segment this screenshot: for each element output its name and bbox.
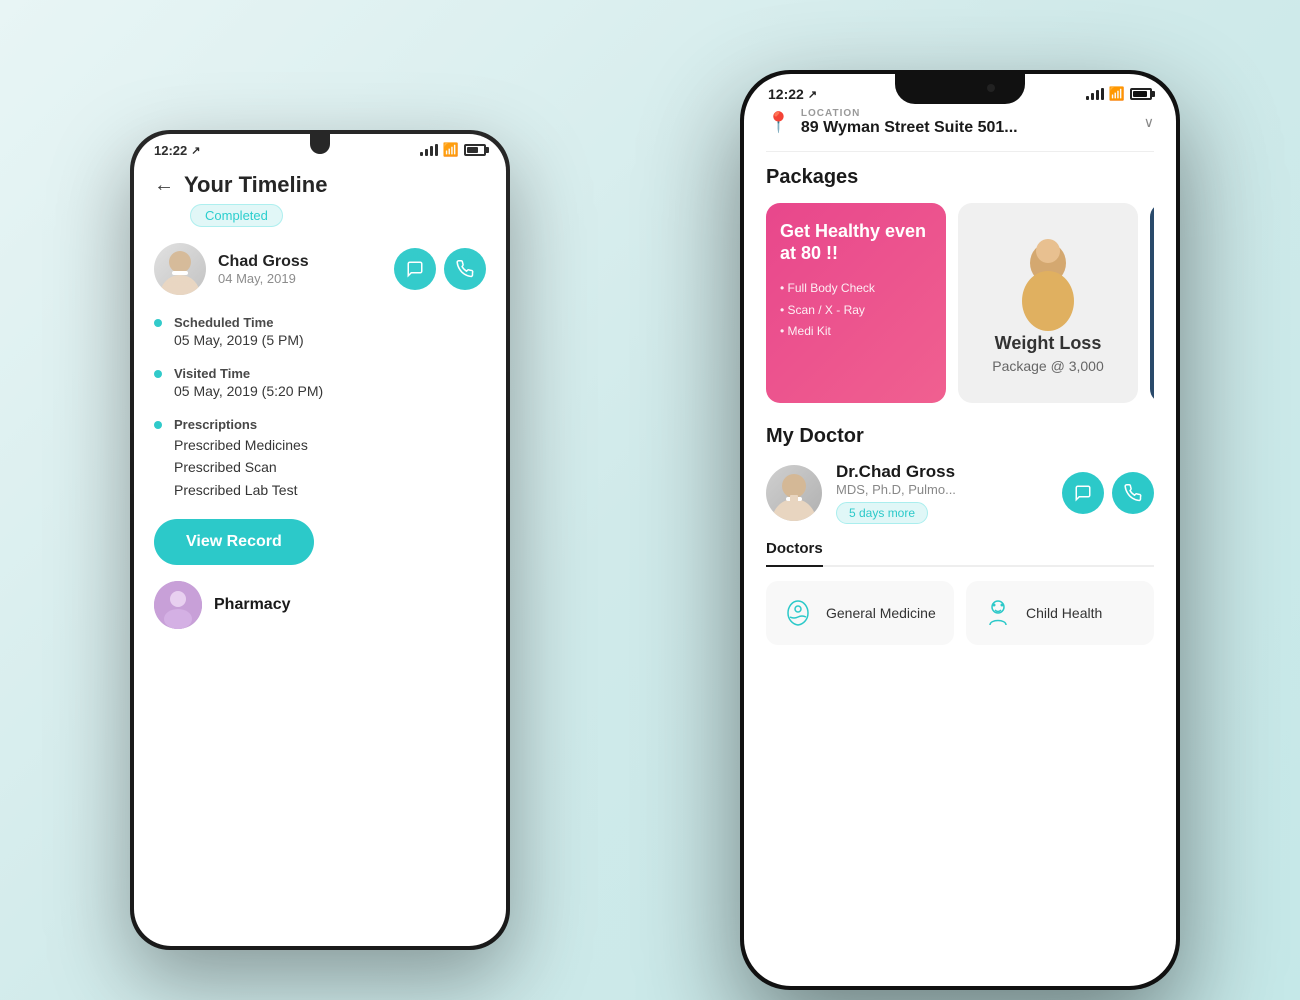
- android-screen: 12:22 ↗ 📶 ← Your Timel: [134, 134, 506, 946]
- doctor-card: Chad Gross 04 May, 2019: [154, 243, 486, 295]
- package-healthy-title: Get Healthy even at 80 !!: [780, 221, 932, 264]
- pharmacy-section: Pharmacy: [154, 581, 486, 629]
- location-text: LOCATION 89 Wyman Street Suite 501...: [801, 108, 1134, 137]
- days-badge: 5 days more: [836, 502, 928, 524]
- package-weight-price: Package @ 3,000: [974, 358, 1122, 374]
- doctor-name-front: Dr.Chad Gross: [836, 462, 1048, 482]
- package-card-healthy[interactable]: Get Healthy even at 80 !! Full Body Chec…: [766, 203, 946, 403]
- iphone-screen: 12:22 ↗ 📶 📍: [744, 74, 1176, 986]
- camera-icon: [987, 84, 995, 92]
- doctors-tab-bar: Doctors: [766, 540, 1154, 567]
- wifi-icon: 📶: [443, 142, 459, 158]
- general-medicine-label: General Medicine: [826, 605, 936, 621]
- doctor-phone-button[interactable]: [1112, 472, 1154, 514]
- pharmacy-avatar: [154, 581, 202, 629]
- view-record-button[interactable]: View Record: [154, 519, 314, 565]
- category-cards: General Medicine Child He: [766, 581, 1154, 645]
- chevron-down-icon[interactable]: ∨: [1144, 114, 1154, 131]
- visited-time-item: Visited Time 05 May, 2019 (5:20 PM): [154, 366, 486, 399]
- package-item-1: Full Body Check: [780, 278, 932, 300]
- iphone-screen-content: 📍 LOCATION 89 Wyman Street Suite 501... …: [744, 108, 1176, 970]
- doctor-action-buttons: [1062, 472, 1154, 514]
- doctor-name: Chad Gross: [218, 253, 382, 271]
- android-time: 12:22 ↗: [154, 143, 200, 158]
- prescription-item-2: Prescribed Scan: [174, 456, 486, 478]
- doctor-avatar: [766, 465, 822, 521]
- my-doctor-section: My Doctor Dr.Chad Gross: [766, 425, 1154, 524]
- timeline-header: ← Your Timeline: [154, 172, 486, 198]
- timeline-dot-3: [154, 421, 162, 429]
- tab-doctors[interactable]: Doctors: [766, 540, 823, 567]
- prescriptions-list: Prescribed Medicines Prescribed Scan Pre…: [174, 434, 486, 501]
- prescriptions-item: Prescriptions Prescribed Medicines Presc…: [154, 417, 486, 501]
- iphone-battery-icon: [1130, 88, 1152, 100]
- child-health-icon: [980, 595, 1016, 631]
- back-button[interactable]: ←: [154, 174, 174, 197]
- signal-icon: [420, 144, 438, 156]
- doctor-info: Chad Gross 04 May, 2019: [218, 253, 382, 286]
- android-notch: [310, 134, 330, 154]
- packages-title: Packages: [766, 166, 1154, 189]
- iphone-signal-icon: [1086, 88, 1104, 100]
- prescription-item-3: Prescribed Lab Test: [174, 479, 486, 501]
- android-screen-content: ← Your Timeline Completed: [134, 162, 506, 929]
- android-phone: 12:22 ↗ 📶 ← Your Timel: [130, 130, 510, 950]
- status-badge: Completed: [190, 204, 283, 227]
- scheduled-value: 05 May, 2019 (5 PM): [174, 332, 486, 348]
- page-title: Your Timeline: [184, 172, 327, 198]
- battery-icon: [464, 144, 486, 156]
- child-health-card[interactable]: Child Health: [966, 581, 1154, 645]
- my-doctor-card: Dr.Chad Gross MDS, Ph.D, Pulmo... 5 days…: [766, 462, 1154, 524]
- prescription-item-1: Prescribed Medicines: [174, 434, 486, 456]
- location-label: LOCATION: [801, 108, 1134, 119]
- doctor-info-front: Dr.Chad Gross MDS, Ph.D, Pulmo... 5 days…: [836, 462, 1048, 524]
- message-button[interactable]: [394, 248, 436, 290]
- iphone-phone: 12:22 ↗ 📶 📍: [740, 70, 1180, 990]
- visited-label: Visited Time: [174, 366, 486, 381]
- phone-button[interactable]: [444, 248, 486, 290]
- package-card-weight[interactable]: Weight Loss Package @ 3,000: [958, 203, 1138, 403]
- doctor-message-button[interactable]: [1062, 472, 1104, 514]
- doctor-specialty: MDS, Ph.D, Pulmo...: [836, 482, 1048, 497]
- location-address: 89 Wyman Street Suite 501...: [801, 119, 1134, 137]
- package-item-3: Medi Kit: [780, 321, 932, 343]
- android-status-icons: 📶: [420, 142, 486, 158]
- pharmacy-label: Pharmacy: [214, 596, 291, 614]
- phones-container: 12:22 ↗ 📶 ← Your Timel: [100, 50, 1200, 950]
- weight-loss-figure: [1008, 233, 1088, 333]
- location-pin-icon: 📍: [766, 110, 791, 135]
- general-medicine-icon: [780, 595, 816, 631]
- iphone-time: 12:22 ↗: [768, 86, 817, 102]
- prescriptions-label: Prescriptions: [174, 417, 486, 432]
- package-weight-title: Weight Loss: [974, 333, 1122, 354]
- action-buttons: [394, 248, 486, 290]
- avatar: [154, 243, 206, 295]
- child-health-label: Child Health: [1026, 605, 1102, 621]
- general-medicine-card[interactable]: General Medicine: [766, 581, 954, 645]
- packages-carousel: Get Healthy even at 80 !! Full Body Chec…: [766, 203, 1154, 403]
- timeline-dot-2: [154, 370, 162, 378]
- scheduled-time-item: Scheduled Time 05 May, 2019 (5 PM): [154, 315, 486, 348]
- doctor-date: 04 May, 2019: [218, 271, 382, 286]
- visited-value: 05 May, 2019 (5:20 PM): [174, 383, 486, 399]
- scheduled-label: Scheduled Time: [174, 315, 486, 330]
- package-healthy-items: Full Body Check Scan / X - Ray Medi Kit: [780, 278, 932, 343]
- iphone-notch: [895, 74, 1025, 104]
- my-doctor-title: My Doctor: [766, 425, 1154, 448]
- iphone-wifi-icon: 📶: [1109, 86, 1125, 102]
- package-card-flat[interactable]: FLAT 25 ON YOUR F +1 Coupon Co: [1150, 203, 1154, 403]
- location-section[interactable]: 📍 LOCATION 89 Wyman Street Suite 501... …: [766, 108, 1154, 152]
- iphone-status-icons: 📶: [1086, 86, 1152, 102]
- package-item-2: Scan / X - Ray: [780, 300, 932, 322]
- timeline-dot: [154, 319, 162, 327]
